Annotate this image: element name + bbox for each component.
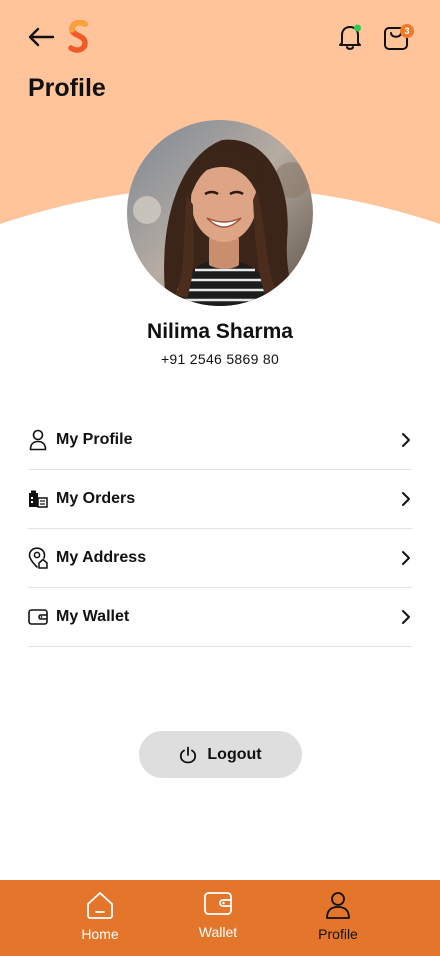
menu-item-label: My Wallet <box>56 608 130 625</box>
user-name: Nilima Sharma <box>147 320 293 343</box>
menu-item-my-wallet[interactable]: My Wallet <box>28 588 412 647</box>
bottom-nav: Home Wallet Profile <box>0 880 440 956</box>
cart-count-badge: 3 <box>400 24 414 38</box>
nav-label: Home <box>81 926 119 942</box>
menu-item-label: My Address <box>56 549 147 566</box>
profile-photo <box>127 120 313 306</box>
nav-item-home[interactable]: Home <box>50 890 150 950</box>
menu-item-label: My Profile <box>56 431 133 448</box>
user-icon <box>28 429 48 451</box>
cart-button[interactable]: 3 <box>382 22 414 52</box>
arrow-left-icon <box>28 27 55 47</box>
top-bar: 3 <box>0 18 440 58</box>
home-icon <box>87 892 113 919</box>
wallet-icon <box>28 606 48 628</box>
profile-menu: My Profile My Orders My Address My Walle… <box>28 411 412 647</box>
user-icon <box>326 892 350 919</box>
logout-label: Logout <box>207 745 262 763</box>
menu-item-my-address[interactable]: My Address <box>28 529 412 588</box>
nav-label: Wallet <box>198 924 238 940</box>
chevron-right-icon <box>402 492 410 506</box>
menu-item-label: My Orders <box>56 490 136 507</box>
notifications-button[interactable] <box>336 22 364 52</box>
location-icon <box>28 547 48 569</box>
menu-item-my-orders[interactable]: My Orders <box>28 470 412 529</box>
page-title: Profile <box>28 74 106 102</box>
chevron-right-icon <box>402 551 410 565</box>
user-phone: +91 2546 5869 80 <box>160 351 280 367</box>
menu-item-my-profile[interactable]: My Profile <box>28 411 412 470</box>
nav-item-wallet[interactable]: Wallet <box>168 888 268 948</box>
orders-icon <box>28 488 48 510</box>
power-icon <box>180 746 197 763</box>
chevron-right-icon <box>402 433 410 447</box>
wallet-icon <box>204 892 232 915</box>
chevron-right-icon <box>402 610 410 624</box>
logout-button[interactable]: Logout <box>139 731 302 778</box>
avatar[interactable] <box>127 120 313 306</box>
nav-item-profile[interactable]: Profile <box>288 890 388 950</box>
bell-icon <box>339 24 361 50</box>
nav-label: Profile <box>318 926 358 942</box>
app-logo <box>68 20 88 53</box>
back-button[interactable] <box>26 24 56 50</box>
